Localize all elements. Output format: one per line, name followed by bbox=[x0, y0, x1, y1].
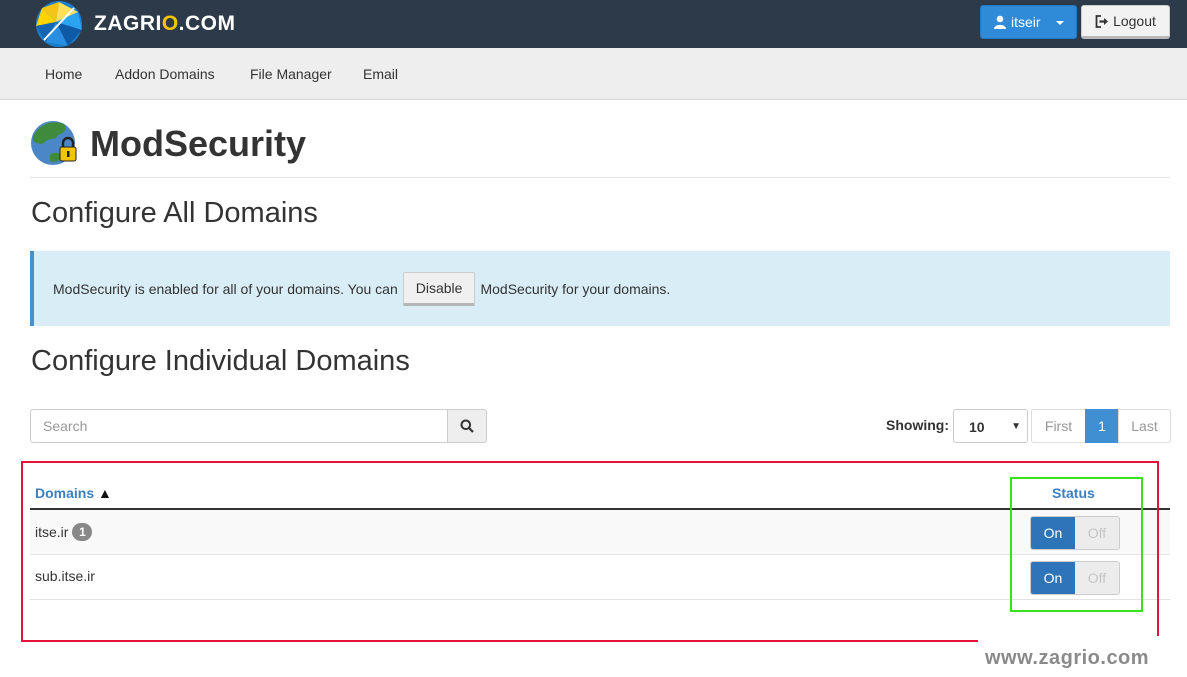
info-alert: ModSecurity is enabled for all of your d… bbox=[30, 251, 1170, 326]
pager-current-page[interactable]: 1 bbox=[1085, 409, 1119, 443]
brand-logo[interactable]: ZAGRIO.COM bbox=[34, 0, 236, 48]
pagination: First 1 Last bbox=[1031, 409, 1171, 443]
brand-name-accent: O bbox=[161, 12, 179, 35]
page-header: ModSecurity bbox=[30, 119, 306, 169]
page-size-select[interactable]: 10 ▼ bbox=[953, 409, 1028, 443]
nav-item-addon-domains[interactable]: Addon Domains bbox=[115, 48, 215, 100]
nav-bar: Home Addon Domains File Manager Email bbox=[0, 48, 1187, 100]
logout-button[interactable]: Logout bbox=[1081, 5, 1170, 39]
nav-item-home[interactable]: Home bbox=[45, 48, 82, 100]
brand-name-prefix: ZAGRI bbox=[94, 12, 162, 35]
page-size-value: 10 bbox=[969, 419, 985, 435]
search-icon bbox=[460, 419, 474, 433]
logout-label: Logout bbox=[1113, 13, 1156, 29]
logout-icon bbox=[1095, 14, 1109, 28]
nav-item-file-manager[interactable]: File Manager bbox=[250, 48, 332, 100]
info-text-before: ModSecurity is enabled for all of your d… bbox=[53, 280, 398, 297]
section-heading-individual-domains: Configure Individual Domains bbox=[31, 345, 410, 377]
brand-name-suffix: .COM bbox=[178, 12, 236, 35]
nav-item-email[interactable]: Email bbox=[363, 48, 398, 100]
annotation-frame-green bbox=[1010, 477, 1143, 612]
top-bar: ZAGRIO.COM itseir Logout bbox=[0, 0, 1187, 48]
watermark-backdrop bbox=[978, 636, 1161, 646]
user-icon bbox=[994, 15, 1006, 29]
brand-name: ZAGRIO.COM bbox=[94, 12, 236, 36]
user-menu-button[interactable]: itseir bbox=[980, 5, 1077, 39]
title-divider bbox=[30, 177, 1170, 178]
annotation-frame-red bbox=[21, 461, 1159, 642]
pager-first[interactable]: First bbox=[1031, 409, 1086, 443]
watermark-text: www.zagrio.com bbox=[985, 647, 1150, 669]
select-arrow-icon: ▼ bbox=[1011, 421, 1021, 432]
pager-last[interactable]: Last bbox=[1118, 409, 1171, 443]
zagrio-logo-icon bbox=[36, 1, 82, 47]
caret-down-icon bbox=[1056, 21, 1064, 25]
search-button[interactable] bbox=[447, 409, 487, 443]
info-text-after: ModSecurity for your domains. bbox=[480, 280, 671, 297]
user-name: itseir bbox=[1011, 14, 1041, 30]
disable-button[interactable]: Disable bbox=[402, 271, 476, 306]
showing-label: Showing: bbox=[886, 417, 949, 433]
globe-lock-icon bbox=[31, 121, 77, 165]
search-input[interactable] bbox=[30, 409, 448, 443]
section-heading-all-domains: Configure All Domains bbox=[31, 197, 318, 229]
page-title: ModSecurity bbox=[90, 123, 307, 164]
